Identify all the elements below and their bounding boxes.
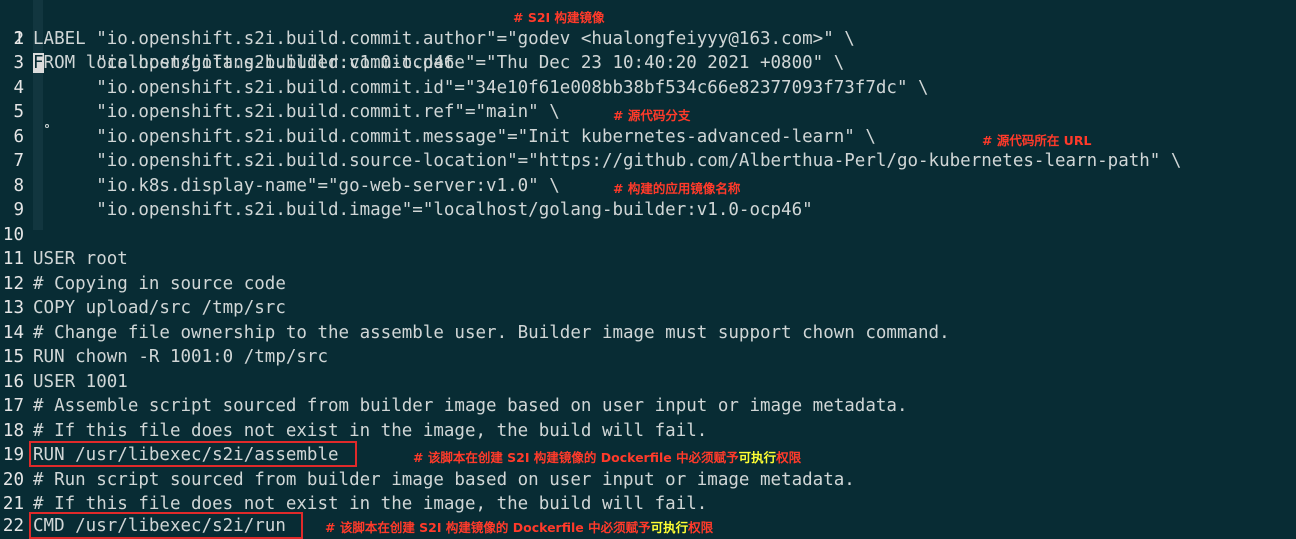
annotation-run-permission: # 该脚本在创建 S2I 构建镜像的 Dockerfile 中必须赋予可执行权限 [325, 517, 713, 536]
annotation-highlight: 可执行 [650, 520, 689, 535]
line-number: 8 [13, 175, 24, 196]
line-number: 13 [2, 298, 24, 318]
line-number: 19 [2, 445, 24, 465]
line-number: 9 [13, 200, 24, 220]
code-text[interactable]: # If this file does not exist in the ima… [33, 419, 707, 444]
code-text[interactable]: "io.k8s.display-name"="go-web-server:v1.… [33, 174, 560, 199]
line-number: 12 [2, 273, 24, 294]
code-text[interactable]: "io.openshift.s2i.build.image"="localhos… [33, 198, 812, 223]
code-text[interactable]: "io.openshift.s2i.build.commit.date"="Th… [33, 51, 844, 76]
code-text[interactable]: COPY upload/src /tmp/src [33, 296, 286, 321]
line-number: 17 [2, 396, 24, 416]
line-number: 15 [2, 347, 24, 367]
highlight-box-run [29, 512, 303, 539]
line-number: 18 [2, 420, 24, 441]
line-number: 11 [2, 249, 24, 269]
annotation-source-url: # 源代码所在 URL [982, 133, 1092, 148]
annotation-text: # 该脚本在创建 S2I 构建镜像的 Dockerfile 中必须赋予 [413, 450, 739, 465]
line-number: 16 [2, 371, 24, 392]
line-number: 6 [13, 126, 24, 147]
line-number: 14 [2, 322, 24, 343]
annotation-text: 权限 [688, 520, 714, 535]
code-text[interactable]: USER 1001 [33, 370, 128, 395]
annotation-assemble-permission: # 该脚本在创建 S2I 构建镜像的 Dockerfile 中必须赋予可执行权限 [413, 447, 801, 466]
line-number: 20 [2, 469, 24, 490]
line-number: 22 [2, 516, 24, 536]
code-text[interactable]: LABEL "io.openshift.s2i.build.commit.aut… [33, 27, 855, 52]
code-text[interactable]: # Run script sourced from builder image … [33, 468, 855, 493]
highlight-box-assemble [29, 441, 357, 467]
code-text[interactable]: # Assemble script sourced from builder i… [33, 394, 907, 419]
annotation-text: # 该脚本在创建 S2I 构建镜像的 Dockerfile 中必须赋予 [325, 520, 651, 535]
code-text[interactable]: "io.openshift.s2i.build.commit.message"=… [33, 125, 876, 150]
code-text[interactable]: # Copying in source code [33, 272, 286, 297]
line-number: 4 [13, 77, 24, 98]
code-text[interactable]: "io.openshift.s2i.build.commit.ref"="mai… [33, 100, 560, 125]
annotation-s2i-builder: # S2I 构建镜像 [513, 10, 605, 25]
line-number: 3 [13, 53, 24, 73]
annotation-app-image-name: # 构建的应用镜像名称 [613, 181, 741, 196]
code-text[interactable]: RUN chown -R 1001:0 /tmp/src [33, 345, 328, 370]
line-number: 10 [2, 224, 24, 245]
code-line-1: 1 FROM localhost/golang-builder:v1.0-ocp… [0, 2, 454, 73]
annotation-source-branch: # 源代码分支 [613, 108, 691, 123]
line-number: 2 [13, 28, 24, 49]
annotation-highlight: 可执行 [738, 450, 777, 465]
code-text[interactable]: "io.openshift.s2i.build.source-location"… [33, 149, 1181, 174]
line-number: 5 [13, 102, 24, 122]
code-editor[interactable]: 1 FROM localhost/golang-builder:v1.0-ocp… [0, 0, 1296, 539]
line-number: 21 [2, 494, 24, 514]
code-text[interactable]: USER root [33, 247, 128, 272]
line-number: 7 [13, 151, 24, 171]
code-text[interactable]: "io.openshift.s2i.build.commit.id"="34e1… [33, 76, 928, 101]
annotation-text: 权限 [776, 450, 802, 465]
code-text[interactable]: # Change file ownership to the assemble … [33, 321, 950, 346]
